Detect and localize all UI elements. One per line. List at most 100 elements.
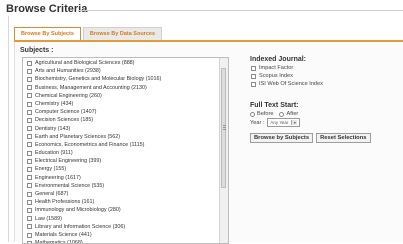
subjects-list[interactable]: Agricultural and Biological Sciences (88… <box>22 57 229 244</box>
checkbox-icon[interactable] <box>27 150 32 156</box>
option-label: Scopus Index <box>259 73 293 79</box>
subject-list-item[interactable]: Law (1589) <box>23 215 217 223</box>
action-buttons: Browse by Subjects Reset Selections <box>250 133 400 143</box>
chevron-down-icon[interactable]: ▾ <box>291 120 298 125</box>
checkbox-icon[interactable] <box>27 207 32 213</box>
indexed-journal-title: Indexed Journal: <box>250 56 307 63</box>
subject-list-item[interactable]: Chemistry (434) <box>23 100 217 108</box>
scrollbar-grip-icon <box>223 125 226 126</box>
checkbox-icon[interactable] <box>27 76 32 82</box>
subject-label: Arts and Humanities (2938) <box>35 68 101 75</box>
checkbox-icon[interactable] <box>27 126 32 132</box>
outer-frame-left <box>8 16 9 242</box>
subject-list-item[interactable]: Arts and Humanities (2938) <box>23 67 217 75</box>
subject-label: Computer Science (1407) <box>35 109 97 116</box>
checkbox-icon[interactable] <box>27 175 32 181</box>
checkbox-icon[interactable] <box>27 142 32 148</box>
checkbox-icon[interactable] <box>27 68 32 74</box>
subject-list-item[interactable]: Computer Science (1407) <box>23 108 217 116</box>
checkbox-icon[interactable] <box>27 134 32 140</box>
subject-list-item[interactable]: Environmental Science (535) <box>23 182 217 190</box>
subject-label: Library and Information Science (306) <box>35 223 126 230</box>
subject-label: General (687) <box>35 191 69 197</box>
subject-label: Economics, Econometrics and Finance (111… <box>35 141 145 148</box>
filters-column: Indexed Journal: Impact Factor Scopus In… <box>250 56 400 143</box>
year-label: Year : <box>250 119 265 126</box>
option-scopus-index[interactable]: Scopus Index <box>250 72 400 80</box>
checkbox-icon[interactable] <box>27 158 32 164</box>
year-select-value: Any Year <box>270 120 289 125</box>
option-label: ISI Web Of Science Index <box>259 81 323 87</box>
radio-after-label: After <box>286 111 299 117</box>
subject-label: Agricultural and Biological Sciences (88… <box>35 60 135 66</box>
subject-label: Health Professions (161) <box>35 199 95 206</box>
subject-label: Environmental Science (535) <box>35 182 105 189</box>
subject-list-item[interactable]: General (687) <box>23 190 217 198</box>
subject-list-item[interactable]: Earth and Planetary Sciences (562) <box>23 133 217 141</box>
subject-label: Energy (155) <box>35 166 67 173</box>
subjects-list-items: Agricultural and Biological Sciences (88… <box>23 59 217 243</box>
checkbox-icon[interactable] <box>27 93 32 99</box>
title-divider <box>78 10 403 11</box>
subject-label: Immunology and Microbiology (280) <box>35 207 121 214</box>
subject-list-item[interactable]: Immunology and Microbiology (280) <box>23 206 217 214</box>
subject-label: Materials Science (441) <box>35 231 92 238</box>
subject-list-item[interactable]: Business, Management and Accounting (213… <box>23 84 217 92</box>
checkbox-icon[interactable] <box>27 183 32 189</box>
subject-label: Education (911) <box>35 150 73 157</box>
subject-list-item[interactable]: Electrical Engineering (399) <box>23 157 217 165</box>
subject-list-item[interactable]: Chemical Engineering (260) <box>23 92 217 100</box>
subject-list-item[interactable]: Energy (155) <box>23 165 217 173</box>
full-text-start-title: Full Text Start: <box>250 102 299 109</box>
subjects-label: Subjects : <box>20 47 54 54</box>
subject-label: Earth and Planetary Sciences (562) <box>35 133 121 140</box>
checkbox-icon[interactable] <box>27 167 32 173</box>
subject-list-item[interactable]: Engineering (1617) <box>23 174 217 182</box>
subject-list-item[interactable]: Library and Information Science (306) <box>23 223 217 231</box>
tab-browse-by-subjects[interactable]: Browse By Subjects <box>14 27 81 41</box>
radio-before[interactable] <box>250 111 255 117</box>
subjects-scrollbar[interactable] <box>219 58 228 243</box>
checkbox-icon[interactable] <box>27 117 32 123</box>
year-select[interactable]: Any Year ▾ <box>267 118 301 127</box>
subject-label: Chemistry (434) <box>35 100 74 107</box>
checkbox-icon[interactable] <box>27 60 32 66</box>
radio-before-label: Before <box>257 111 274 117</box>
subject-label: Business, Management and Accounting (213… <box>35 84 147 91</box>
subject-label: Law (1589) <box>35 215 62 222</box>
checkbox-icon[interactable] <box>251 81 256 87</box>
full-text-radio-group: Before After <box>250 110 400 118</box>
checkbox-icon[interactable] <box>27 109 32 115</box>
scrollbar-thumb[interactable] <box>221 68 226 188</box>
checkbox-icon[interactable] <box>27 232 32 238</box>
subject-list-item[interactable]: Biochemistry, Genetics and Molecular Bio… <box>23 75 217 83</box>
reset-selections-button[interactable]: Reset Selections <box>316 133 371 143</box>
checkbox-icon[interactable] <box>251 73 256 79</box>
option-isi-web-of-science[interactable]: ISI Web Of Science Index <box>250 80 400 88</box>
checkbox-icon[interactable] <box>27 216 32 222</box>
option-impact-factor[interactable]: Impact Factor <box>250 64 400 72</box>
checkbox-icon[interactable] <box>27 191 32 197</box>
checkbox-icon[interactable] <box>27 101 32 107</box>
subject-list-item[interactable]: Health Professions (161) <box>23 198 217 206</box>
browse-by-subjects-button[interactable]: Browse by Subjects <box>250 133 314 143</box>
subject-label: Dentistry (143) <box>35 125 71 132</box>
tab-browse-by-data-sources[interactable]: Browse By Data Sources <box>82 27 162 41</box>
checkbox-icon[interactable] <box>27 224 32 230</box>
subject-label: Chemical Engineering (260) <box>35 92 102 99</box>
radio-after[interactable] <box>279 111 285 117</box>
subject-label: Biochemistry, Genetics and Molecular Bio… <box>35 76 162 83</box>
subject-list-item[interactable]: Education (911) <box>23 149 217 157</box>
checkbox-icon[interactable] <box>27 199 32 205</box>
option-label: Impact Factor <box>259 65 294 71</box>
checkbox-icon[interactable] <box>251 65 256 71</box>
subject-label: Electrical Engineering (399) <box>35 158 102 165</box>
subject-label: Engineering (1617) <box>35 174 81 181</box>
subject-list-item[interactable]: Materials Science (441) <box>23 231 217 239</box>
subject-list-item[interactable]: Agricultural and Biological Sciences (88… <box>23 59 217 67</box>
subject-list-item[interactable]: Decision Sciences (185) <box>23 116 217 124</box>
subject-list-item[interactable]: Dentistry (143) <box>23 125 217 133</box>
checkbox-icon[interactable] <box>27 85 32 91</box>
tab-bar: Browse By Subjects Browse By Data Source… <box>14 27 164 41</box>
subject-list-item[interactable]: Economics, Econometrics and Finance (111… <box>23 141 217 149</box>
